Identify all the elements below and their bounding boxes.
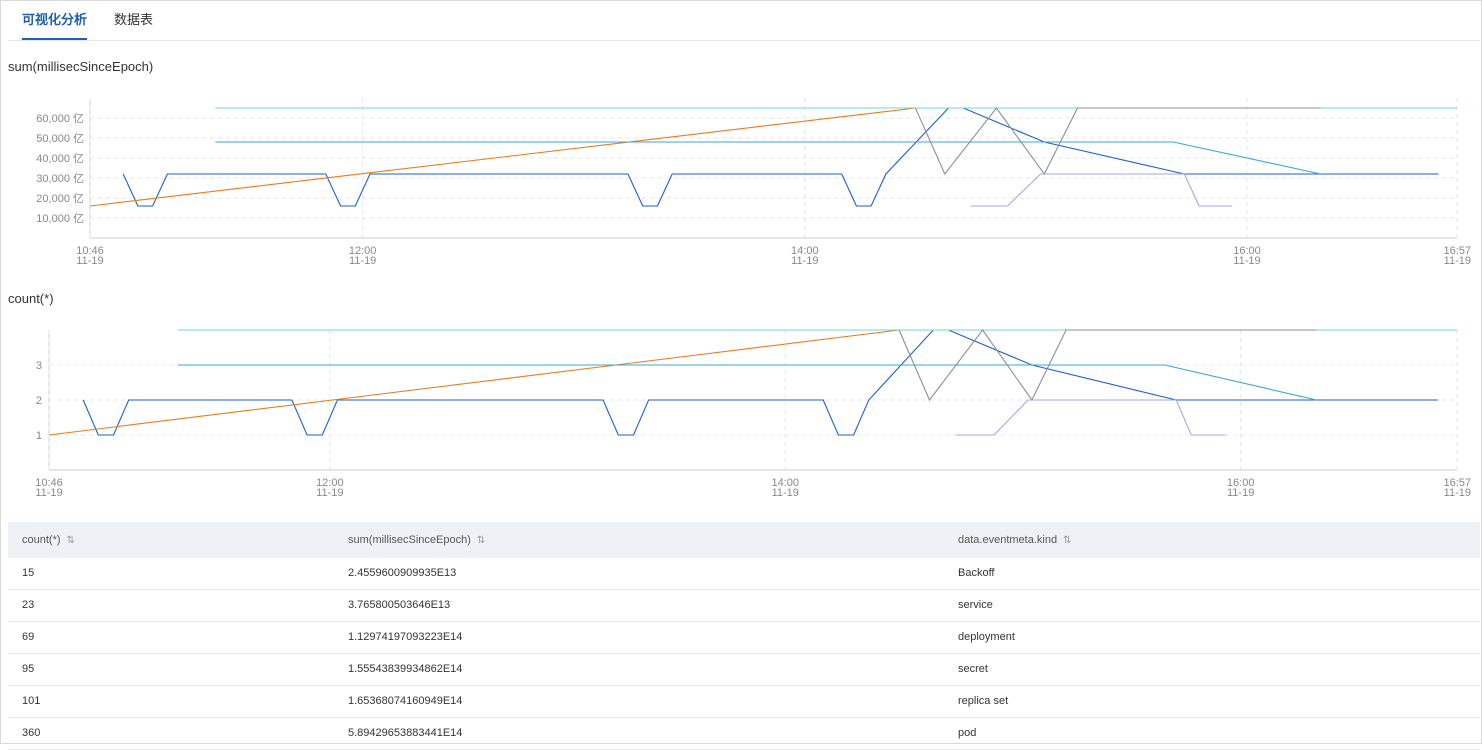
table-cell: 2.4559600909935E13 bbox=[348, 567, 457, 579]
table-row: 69 1.12974197093223E14 deployment bbox=[8, 622, 1480, 654]
y-tick-label: 2 bbox=[36, 395, 42, 407]
y-tick-label: 3 bbox=[36, 360, 42, 372]
table-cell: 1.12974197093223E14 bbox=[348, 631, 463, 643]
table-cell: replica set bbox=[958, 695, 1009, 707]
table-row: 23 3.765800503646E13 service bbox=[8, 590, 1480, 622]
table-cell: deployment bbox=[958, 631, 1015, 643]
tab-visual-analysis[interactable]: 可视化分析 bbox=[22, 0, 88, 40]
table-cell: 1.65368074160949E14 bbox=[348, 695, 463, 707]
table-row: 101 1.65368074160949E14 replica set bbox=[8, 686, 1480, 718]
table-header: count(*) ⇅ sum(millisecSinceEpoch) ⇅ data.… bbox=[8, 522, 1480, 558]
table-cell: 95 bbox=[22, 663, 35, 675]
y-tick-label: 20,000 亿 bbox=[36, 192, 84, 205]
series-line bbox=[970, 173, 1233, 207]
table-cell: 3.765800503646E13 bbox=[348, 599, 451, 611]
x-tick-date: 11-19 bbox=[35, 487, 62, 499]
table-row: 360 5.89429653883441E14 pod bbox=[8, 718, 1480, 750]
x-tick-date: 11-19 bbox=[791, 255, 818, 267]
table-cell: 15 bbox=[22, 567, 35, 579]
table-cell: 360 bbox=[22, 727, 41, 739]
chart-title: count(*) bbox=[8, 291, 54, 306]
x-tick-date: 11-19 bbox=[772, 487, 799, 499]
y-tick-label: 10,000 亿 bbox=[36, 212, 84, 225]
table-cell: Backoff bbox=[958, 567, 995, 579]
table-cell: secret bbox=[958, 663, 988, 675]
table-cell: 5.89429653883441E14 bbox=[348, 727, 463, 739]
table-cell: pod bbox=[958, 727, 977, 739]
results-table: count(*) ⇅ sum(millisecSinceEpoch) ⇅ data.… bbox=[8, 522, 1480, 750]
column-header[interactable]: data.eventmeta.kind ⇅ bbox=[958, 522, 1071, 559]
table-cell: 101 bbox=[22, 695, 41, 707]
series-line bbox=[82, 329, 1438, 436]
y-tick-label: 30,000 亿 bbox=[36, 172, 84, 185]
table-cell: 1.55543839934862E14 bbox=[348, 663, 463, 675]
y-tick-label: 1 bbox=[36, 430, 42, 442]
sum-chart: 60,000 亿 50,000 亿 40,000 亿 30,000 亿 20,000 亿… bbox=[36, 98, 1471, 267]
x-tick-date: 11-19 bbox=[1227, 487, 1254, 499]
tab-bar: 可视化分析 数据表 bbox=[8, 0, 1480, 41]
table-row: 15 2.4559600909935E13 Backoff bbox=[8, 558, 1480, 590]
tab-data-table[interactable]: 数据表 bbox=[114, 0, 153, 40]
table-cell: service bbox=[958, 599, 993, 611]
x-tick-date: 11-19 bbox=[316, 487, 343, 499]
x-tick-date: 11-19 bbox=[349, 255, 376, 267]
series-line bbox=[956, 399, 1226, 436]
x-tick-date: 11-19 bbox=[1444, 255, 1471, 267]
x-tick-date: 11-19 bbox=[1233, 255, 1260, 267]
table-row: 95 1.55543839934862E14 secret bbox=[8, 654, 1480, 686]
count-chart: 32110:4611-1912:0011-1914:0011-1916:0011… bbox=[35, 329, 1471, 499]
sort-icon[interactable]: ⇅ bbox=[1063, 535, 1071, 546]
sort-icon[interactable]: ⇅ bbox=[477, 535, 485, 546]
series-line bbox=[89, 107, 916, 207]
y-tick-label: 60,000 亿 bbox=[36, 112, 84, 125]
x-tick-date: 11-19 bbox=[76, 255, 103, 267]
table-cell: 69 bbox=[22, 631, 35, 643]
sort-icon[interactable]: ⇅ bbox=[67, 535, 75, 546]
series-line bbox=[178, 364, 1317, 401]
y-tick-label: 40,000 亿 bbox=[36, 152, 84, 165]
chart-title: sum(millisecSinceEpoch) bbox=[8, 59, 154, 74]
x-tick-date: 11-19 bbox=[1444, 487, 1471, 499]
y-tick-label: 50,000 亿 bbox=[36, 132, 84, 145]
table-cell: 23 bbox=[22, 599, 35, 611]
series-line bbox=[48, 329, 900, 436]
column-header[interactable]: count(*) ⇅ bbox=[22, 522, 75, 559]
column-header[interactable]: sum(millisecSinceEpoch) ⇅ bbox=[348, 522, 485, 559]
